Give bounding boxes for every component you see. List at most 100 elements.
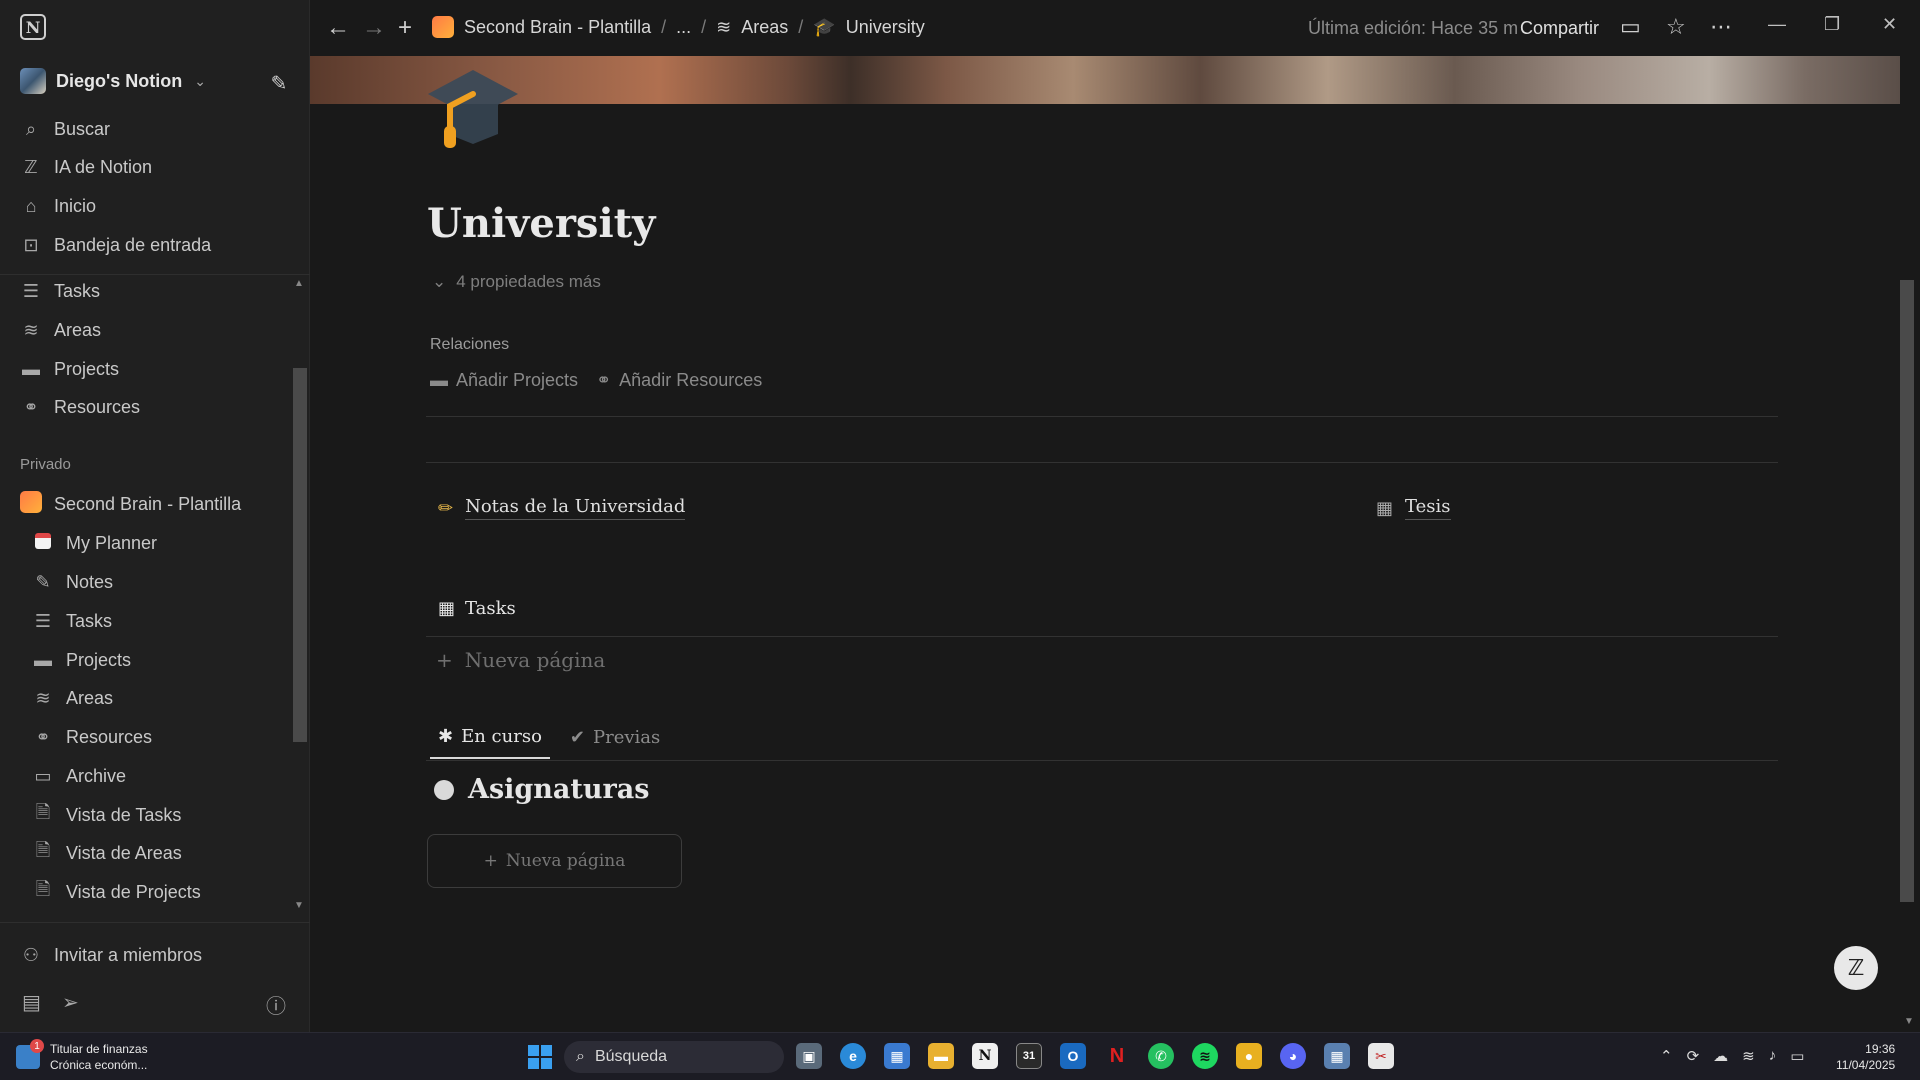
sidebar-item-projects[interactable]: ▬ Projects [20,354,119,384]
sidebar-item-areas-private[interactable]: ≋ Areas [32,683,113,713]
notification-badge: 1 [30,1039,44,1053]
page-cover-image[interactable] [310,56,1900,104]
sidebar-item-label: Tasks [66,610,113,631]
sidebar-item-areas[interactable]: ≋ Areas [20,315,101,345]
sidebar-item-home[interactable]: ⌂ Inicio [20,191,96,221]
notion-logo-icon[interactable]: N [20,14,46,40]
sync-icon[interactable]: ⟳ [1687,1047,1700,1065]
breadcrumb-item-areas[interactable]: Areas [741,17,788,38]
wifi-icon[interactable]: ≋ [1742,1047,1755,1065]
sidebar-item-projects-private[interactable]: ▬ Projects [32,645,131,675]
scroll-down-arrow-icon[interactable]: ▼ [1904,1016,1914,1027]
chevron-up-icon[interactable]: ⌃ [1660,1047,1673,1065]
sidebar-item-archive[interactable]: ▭ Archive [32,761,126,791]
templates-icon[interactable]: ▤ [22,990,41,1015]
page-title[interactable]: University [427,200,655,247]
scroll-down-arrow-icon[interactable]: ▼ [294,900,304,911]
sidebar-item-notion-ai[interactable]: ℤ IA de Notion [20,152,152,182]
invite-user-icon: ⚇ [22,944,40,965]
file-explorer-icon[interactable]: ▬ [928,1043,954,1069]
sidebar-item-vista-tasks[interactable]: 🗎 Vista de Tasks [32,800,182,830]
calendar-app-icon[interactable]: 31 [1016,1043,1042,1069]
new-page-row-button[interactable]: + Nueva página [436,648,605,672]
notion-ai-floating-button[interactable]: ℤ [1834,946,1878,990]
relations-heading: Relaciones [430,336,510,353]
sidebar-item-tasks-private[interactable]: ☰ Tasks [32,606,112,636]
forward-arrow-icon[interactable]: → [362,14,386,42]
tab-en-curso[interactable]: ✱ En curso [430,720,550,759]
scroll-up-arrow-icon[interactable]: ▲ [294,278,304,289]
discord-icon[interactable]: ◕ [1280,1043,1306,1069]
restore-icon[interactable]: ❐ [1824,14,1840,35]
breadcrumb-item-second-brain[interactable]: Second Brain - Plantilla [464,17,651,38]
sidebar-item-second-brain[interactable]: Second Brain - Plantilla [20,489,241,519]
comments-icon[interactable]: ▭ [1620,14,1641,40]
sidebar-scrollbar[interactable] [293,368,307,742]
task-view-icon[interactable]: ▣ [796,1043,822,1069]
share-button[interactable]: Compartir [1520,18,1599,39]
sidebar-item-inbox[interactable]: ⊡ Bandeja de entrada [20,230,211,260]
spotify-icon[interactable]: ≋ [1192,1043,1218,1069]
graduation-cap-icon: 🎓 [813,16,836,37]
sidebar-item-vista-areas[interactable]: 🗎 Vista de Areas [32,838,182,868]
news-widget[interactable]: 1 Titular de finanzas Crónica económ... [16,1039,148,1073]
new-tab-plus-icon[interactable]: + [398,14,412,42]
outlook-icon[interactable]: O [1060,1043,1086,1069]
send-icon[interactable]: ➢ [62,990,79,1015]
tab-previas[interactable]: ✔ Previas [562,720,668,759]
more-options-icon[interactable]: ⋯ [1710,14,1732,40]
close-icon[interactable]: ✕ [1882,14,1897,35]
windows-start-icon[interactable] [528,1045,552,1069]
invite-members-button[interactable]: ⚇ Invitar a miembros [20,940,202,970]
plus-icon: + [483,851,498,871]
sidebar: N Diego's Notion ⌄ ✎ ⌕ Buscar ℤ IA de No… [0,0,310,1032]
sidebar-item-label: Projects [66,649,132,670]
link-tesis[interactable]: ▦ Tesis [1376,496,1451,520]
more-properties-toggle[interactable]: ⌄ 4 propiedades más [432,272,601,292]
onedrive-cloud-icon[interactable]: ☁ [1713,1047,1728,1065]
game-app-icon[interactable]: ● [1236,1043,1262,1069]
sidebar-item-my-planner[interactable]: My Planner [32,528,157,558]
link-notas-universidad[interactable]: ✏ Notas de la Universidad [438,496,686,520]
help-icon[interactable]: ⓘ [266,990,286,1019]
minimize-icon[interactable]: — [1768,14,1786,35]
workspace-switcher[interactable]: Diego's Notion ⌄ [20,68,206,94]
edge-browser-icon[interactable]: e [840,1043,866,1069]
netflix-icon[interactable]: N [1104,1043,1130,1069]
sidebar-item-resources[interactable]: ⚭ Resources [20,392,140,422]
board-group-title[interactable]: Asignaturas [434,774,649,805]
sidebar-item-tasks[interactable]: ☰ Tasks [20,276,100,306]
whatsapp-icon[interactable]: ✆ [1148,1043,1174,1069]
main-scrollbar[interactable] [1900,280,1914,902]
sidebar-item-resources-private[interactable]: ⚭ Resources [32,722,152,752]
add-projects-button[interactable]: ▬ Añadir Projects [430,370,578,391]
sidebar-divider [0,922,310,923]
tasks-database-title[interactable]: ▦ Tasks [438,598,516,619]
battery-icon[interactable]: ▭ [1790,1047,1804,1065]
graduation-cap-page-icon[interactable] [428,64,538,154]
sidebar-item-label: Tasks [54,280,101,301]
sidebar-item-notes[interactable]: ✎ Notes [32,567,113,597]
sidebar-item-search[interactable]: ⌕ Buscar [20,114,110,144]
notion-app-icon[interactable]: N [972,1043,998,1069]
add-projects-label: Añadir Projects [456,370,579,390]
sidebar-item-vista-projects[interactable]: 🗎 Vista de Projects [32,877,201,907]
volume-icon[interactable]: ♪ [1769,1047,1777,1065]
back-arrow-icon[interactable]: ← [326,14,350,42]
breadcrumb-item-ellipsis[interactable]: ... [676,17,691,38]
calculator-icon[interactable]: ▦ [1324,1043,1350,1069]
star-icon[interactable]: ☆ [1666,14,1686,40]
new-page-card-button[interactable]: + Nueva página [427,834,682,888]
sidebar-item-label: My Planner [66,532,158,553]
taskbar-search[interactable]: ⌕ Búsqueda [564,1041,784,1073]
calendar-icon [32,532,54,554]
new-page-label: Nueva página [464,648,606,672]
add-resources-button[interactable]: ⚭ Añadir Resources [596,370,762,391]
clock[interactable]: 19:36 11/04/2025 [1836,1041,1895,1073]
second-brain-icon [432,16,454,38]
snipping-tool-icon[interactable]: ✂ [1368,1043,1394,1069]
divider [426,760,1778,761]
breadcrumb-item-university[interactable]: University [846,17,925,38]
new-page-edit-icon[interactable]: ✎ [266,70,292,96]
store-icon[interactable]: ▦ [884,1043,910,1069]
